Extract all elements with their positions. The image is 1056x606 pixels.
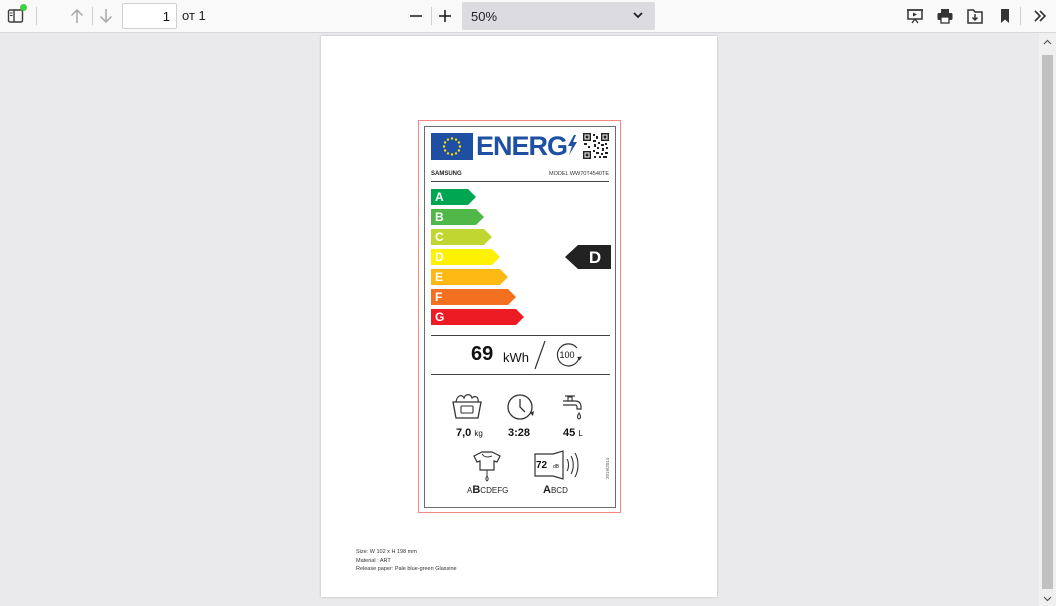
lightning-bolt-icon [568,135,577,155]
next-page-button[interactable] [94,4,118,28]
energy-class-bar-e: E [431,269,509,285]
zoom-out-icon [410,15,422,17]
release-paper: Release paper: Pale blue-green Glassine [356,566,457,572]
energy-rating-value: D [589,248,601,267]
brand-model-row: SAMSUNG MODEL WW70T4540TE [431,171,609,182]
energy-class-bar-g: G [431,309,525,325]
toolbar-divider [36,7,37,25]
energy-class-letter: E [435,270,444,284]
energy-class-bar-a: A [431,189,477,205]
capacity-value: 7,0 kg [456,427,483,439]
print-button[interactable] [933,4,957,28]
arrow-down-icon [99,9,113,24]
page-count-label: от 1 [182,8,206,23]
energy-consumption-value: 69 [471,343,494,365]
arrow-up-icon [70,8,84,23]
vertical-scrollbar[interactable] [1039,33,1056,606]
cycle-count-icon: 100 [556,343,582,367]
separator-slash-icon [534,340,546,370]
energy-label-title: ENERG [476,131,568,161]
energy-class-letter: G [435,310,445,324]
regulation-code: 2019/2014 [605,457,610,479]
previous-page-button[interactable] [65,4,89,28]
zoom-select[interactable]: 50% [462,2,655,30]
brand-name: SAMSUNG [431,171,462,177]
label-material: Material : ART [356,557,391,564]
energy-consumption-unit: kWh [503,350,529,365]
toolbar-divider [1020,7,1021,25]
energy-class-letter: F [435,290,443,304]
energy-class-bar-d: D [431,249,501,265]
toolbar-divider [431,7,432,25]
water-tap-icon [563,395,582,420]
notification-dot [20,4,27,11]
label-size: Size: W 102 x H 198 mm [356,549,417,555]
water-consumption-value: 45 L [563,427,583,439]
chevron-down-icon [633,12,643,19]
energy-class-letter: D [435,250,444,264]
noise-db-value: 72 [536,460,548,471]
zoom-value: 50% [471,9,498,24]
scroll-down-arrow-icon[interactable] [1043,596,1052,602]
energy-label-trim: ENERG SAMSUNG MODEL WW70T4540TE ABCDEFG … [418,120,621,513]
model-number: MODEL WW70T4540TE [548,171,609,177]
save-icon [967,9,983,24]
energy-class-letter: A [435,190,444,204]
energy-class-bar-f: F [431,289,517,305]
spin-efficiency-classes: ABCDEFG [467,484,509,496]
divider [431,335,610,336]
more-tools-button[interactable] [1028,4,1052,28]
noise-db-unit: dB [553,464,560,470]
zoom-in-icon [439,10,451,22]
energy-class-bar-b: B [431,209,485,225]
energy-class-bar-c: C [431,229,493,245]
speaker-noise-icon: 72 dB [534,450,579,480]
qr-code-icon [582,132,610,160]
divider [431,374,610,375]
bookmark-icon [1001,9,1009,23]
laundry-basket-icon [452,394,482,419]
print-icon [937,9,953,24]
presentation-icon [907,9,923,24]
energy-rating-arrow: D [565,245,611,269]
pdf-toolbar: 1 от 1 50% [0,0,1056,33]
presentation-mode-button[interactable] [903,4,927,28]
zoom-out-button[interactable] [404,4,428,28]
more-tools-icon [1034,10,1047,22]
scrollbar-thumb[interactable] [1042,55,1053,589]
pdf-page: ENERG SAMSUNG MODEL WW70T4540TE ABCDEFG … [321,36,717,597]
clock-icon [507,394,534,420]
zoom-in-button[interactable] [433,4,457,28]
toolbar-divider [92,7,93,25]
programme-duration: 3:28 [508,427,531,439]
bookmark-button[interactable] [993,4,1017,28]
noise-emission-classes: ABCD [543,484,568,496]
energy-label: ENERG SAMSUNG MODEL WW70T4540TE ABCDEFG … [424,126,616,508]
energy-class-letter: C [435,230,444,244]
energy-class-letter: B [435,210,444,224]
cycle-count-value: 100 [559,350,574,360]
print-specification-text: Size: W 102 x H 198 mm Material : ART Re… [356,548,457,574]
spin-drying-shirt-icon [473,451,501,482]
page-number-input[interactable]: 1 [122,3,177,29]
sidebar-toggle-button[interactable] [4,4,28,28]
eu-flag-icon [431,133,473,160]
save-button[interactable] [963,4,987,28]
scroll-up-arrow-icon[interactable] [1043,39,1052,45]
